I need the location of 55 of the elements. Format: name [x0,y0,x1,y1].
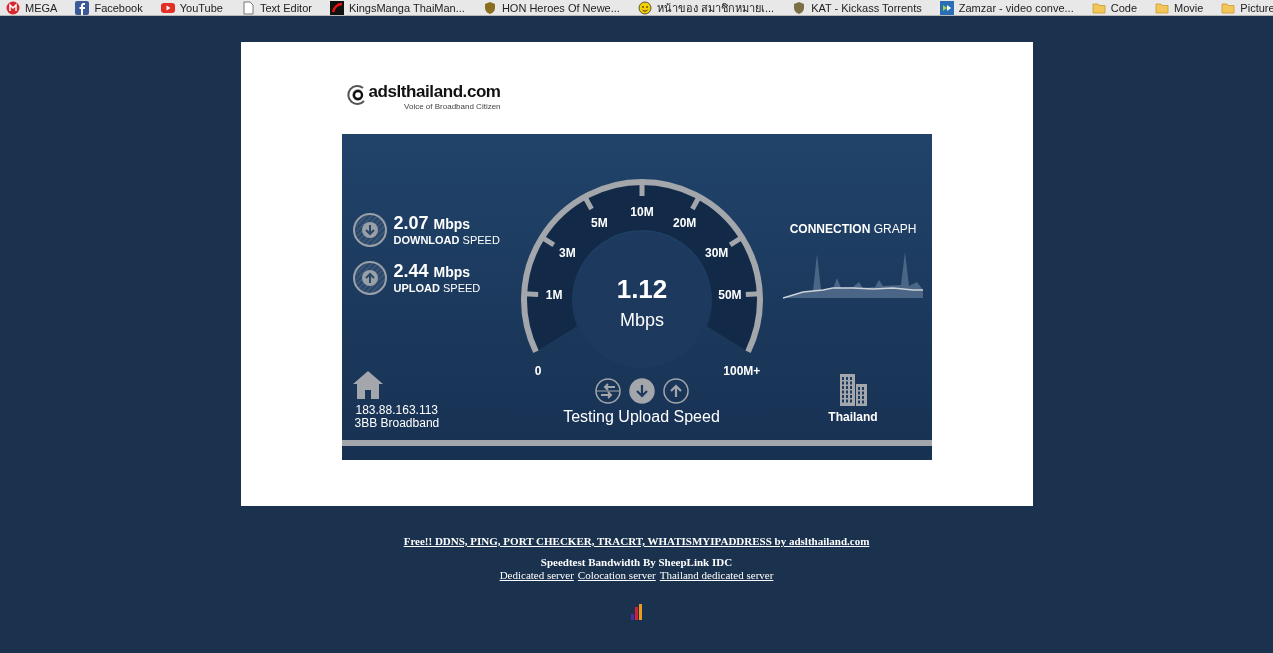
logo-icon [329,0,344,15]
page-icon [240,0,255,15]
shield-icon [482,0,497,15]
youtube-icon [160,0,175,15]
test-status: Testing Upload Speed [563,407,720,427]
server-link[interactable]: Dedicated server [499,569,574,582]
folder-icon [1091,0,1106,15]
bookmark-link[interactable]: MEGA [25,0,58,15]
gauge-label: 100M+ [722,363,760,378]
bookmark-link[interactable]: Facebook [94,0,143,15]
bookmark-link[interactable]: หน้าของ สมาชิกหมายเ... [656,0,775,15]
upload-speed-value: 2.44 Mbps [393,261,472,282]
bookmark-link[interactable]: Zamzar - video conve... [958,0,1074,15]
house-icon [351,370,384,400]
gauge-label: 5M [590,216,608,231]
credit-text: Speedtest Bandwidth By SheepLink IDC [540,556,733,569]
download-speed-label: DOWNLOAD SPEED [393,233,500,247]
server-link[interactable]: Colocation server [577,569,656,582]
smiley-icon [637,0,652,15]
gauge-label: 3M [558,246,576,261]
bookmark-link[interactable]: Movie [1174,0,1204,15]
logo-tagline: Voice of Broadband Citizen [404,102,501,111]
gauge-label: 30M [704,246,728,261]
gauge-label: 50M [717,288,742,303]
bookmark-link[interactable]: YouTube [179,0,223,15]
facebook-icon [75,0,90,15]
graph-title: CONNECTION GRAPH [789,221,917,238]
gauge-label: 10M [629,205,654,219]
equalizer-icon [630,604,643,620]
upload-speed-label: UPLOAD SPEED [393,281,481,295]
server-location: Thailand [828,409,878,426]
bookmark-link[interactable]: HON Heroes Of Newe... [501,0,620,15]
gauge-unit: Mbps [619,310,664,330]
buildings-icon [838,374,868,406]
gauge-reading: 1.12 [616,274,667,304]
logo-wordmark: adslthailand.com [368,82,501,102]
swirl-logo-icon [346,84,367,106]
folder-icon [1221,0,1236,15]
shield-icon [792,0,807,15]
circle-m-icon [6,0,20,15]
swap-arrows-icon[interactable] [594,378,621,404]
download-speed-value: 2.07 Mbps [393,213,472,234]
folder-icon [1155,0,1169,15]
bookmark-link[interactable]: KingsManga ThaiMan... [348,0,465,15]
server-link[interactable]: Thailand dedicated server [659,569,774,582]
arrows-icon [939,0,954,15]
gauge-label: 0 [534,363,541,378]
bookmark-link[interactable]: Text Editor [259,0,312,15]
client-isp: 3BB Broadband [353,417,441,430]
bookmark-link[interactable]: Code [1110,0,1137,15]
bookmark-link[interactable]: KAT - Kickass Torrents [811,0,922,15]
tools-link[interactable]: Free!! DDNS, PING, PORT CHECKER, TRACRT, WHATISMYIPADDRESS by adslthailand.com [403,534,870,548]
client-ip: 183.88.163.113 [354,404,440,417]
gauge-label: 20M [672,216,696,231]
gauge-label: 1M [545,288,562,303]
